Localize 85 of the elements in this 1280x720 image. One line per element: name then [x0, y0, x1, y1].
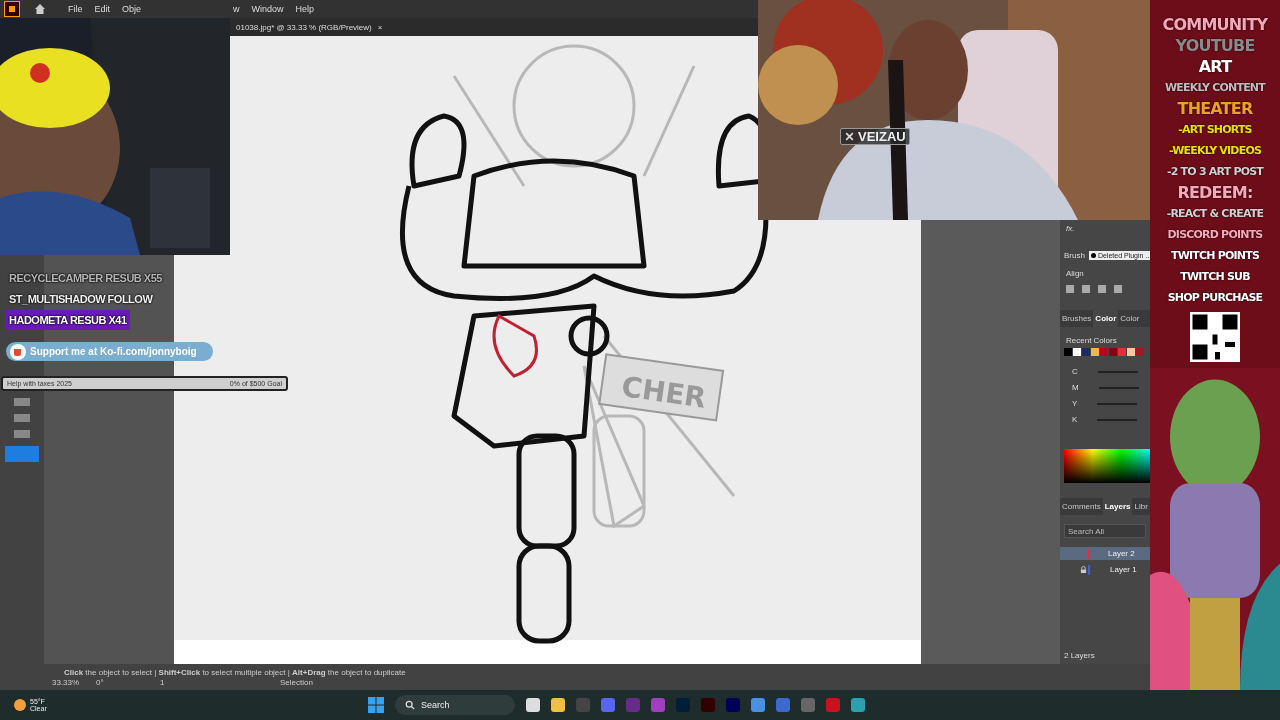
- promo-text: -2 TO 3 ART POST: [1166, 164, 1264, 180]
- color-swatch[interactable]: [1118, 348, 1126, 356]
- promo-text: REDEEM:: [1177, 182, 1253, 203]
- promo-text: ART: [1198, 56, 1232, 77]
- color-swatch[interactable]: [1109, 348, 1117, 356]
- app-icon[interactable]: [851, 698, 865, 712]
- channel-label: C: [1072, 367, 1078, 376]
- recent-colors-label: Recent Colors: [1065, 336, 1118, 345]
- search-field[interactable]: Search All: [1064, 524, 1146, 538]
- promo-text: TWITCH POINTS: [1170, 248, 1260, 264]
- app-logo-icon[interactable]: [4, 1, 20, 17]
- artboard-dropdown[interactable]: 1: [160, 677, 270, 687]
- app-icon[interactable]: [726, 698, 740, 712]
- layer-count: 2 Layers: [1063, 651, 1096, 660]
- promo-text: WEEKLY CONTENT: [1165, 80, 1265, 96]
- status-hint: Click the object to select | Shift+Click to select multiple object | Alt+Drag the object to duplicate: [64, 667, 407, 677]
- menu-item[interactable]: Edit: [94, 4, 111, 14]
- weather-icon[interactable]: [14, 699, 26, 711]
- promo-text: DISCORD POINTS: [1167, 227, 1263, 243]
- promo-text: THEATER: [1177, 98, 1253, 119]
- promo-text: COMMUNITY: [1162, 14, 1268, 35]
- cup-icon: [10, 343, 26, 360]
- document-tab[interactable]: 01038.jpg* @ 33.33 % (RGB/Preview): [236, 22, 372, 32]
- tool-icon[interactable]: [14, 398, 30, 406]
- menu-item[interactable]: File: [68, 4, 83, 14]
- layer-name: Layer 1: [1110, 565, 1137, 574]
- app-icon[interactable]: [826, 698, 840, 712]
- promo-text: SHOP PURCHASE: [1167, 290, 1263, 306]
- align-label: Align: [1065, 269, 1085, 278]
- layer-row[interactable]: Layer 1: [1060, 563, 1150, 576]
- panel-tab[interactable]: Color: [1118, 310, 1142, 327]
- home-icon[interactable]: [34, 3, 46, 15]
- alert-text: RECYCLECAMPER RESUB X55: [8, 271, 163, 286]
- app-icon[interactable]: [676, 698, 690, 712]
- panel-tab[interactable]: Libr: [1132, 498, 1150, 515]
- app-icon[interactable]: [801, 698, 815, 712]
- layer-name: Layer 2: [1108, 549, 1135, 558]
- tool-icon[interactable]: [14, 414, 30, 422]
- alert-text: HADOMETA RESUB X41: [6, 310, 130, 330]
- sketch-stroke: [492, 314, 538, 378]
- brush-tool-icon[interactable]: [5, 446, 39, 462]
- windows-logo-icon[interactable]: [368, 697, 384, 713]
- menu-item[interactable]: Obje: [122, 4, 142, 14]
- tool-status: Selection: [280, 677, 313, 687]
- color-swatch[interactable]: [1127, 348, 1135, 356]
- layer-row[interactable]: Layer 2: [1060, 547, 1150, 560]
- channel-label: K: [1072, 415, 1078, 424]
- brush-label: Brush: [1064, 251, 1085, 260]
- app-icon[interactable]: [626, 698, 640, 712]
- fx-label: fx.: [1065, 224, 1076, 235]
- app-icon[interactable]: [701, 698, 715, 712]
- color-swatch[interactable]: [1136, 348, 1144, 356]
- promo-text: TWITCH SUB: [1180, 269, 1250, 285]
- lock-icon[interactable]: [1080, 566, 1087, 573]
- promo-text: YOUTUBE: [1175, 35, 1255, 56]
- panel-tab[interactable]: Comments: [1060, 498, 1103, 515]
- alert-text: ST_MULTISHADOW FOLLOW: [8, 292, 154, 307]
- panel-tab[interactable]: Brushes: [1060, 310, 1094, 327]
- color-swatch[interactable]: [1091, 348, 1099, 356]
- app-icon[interactable]: [776, 698, 790, 712]
- menu-item[interactable]: w: [233, 4, 240, 14]
- app-icon[interactable]: [651, 698, 665, 712]
- channel-label: M: [1072, 383, 1079, 392]
- channel-label: Y: [1072, 399, 1078, 408]
- close-button[interactable]: ×: [377, 22, 383, 32]
- promo-text: -REACT & CREATE: [1166, 206, 1264, 222]
- sign-text: CHER: [619, 370, 709, 415]
- menu-item[interactable]: Window: [251, 4, 284, 14]
- menu-item[interactable]: Help: [295, 4, 315, 14]
- panel-tab[interactable]: Layers: [1102, 498, 1133, 515]
- zoom-dropdown[interactable]: 33.33%: [52, 677, 92, 687]
- rotation-dropdown[interactable]: 0°: [96, 677, 156, 687]
- name-tag: VEIZAU: [840, 128, 910, 145]
- taskbar-search[interactable]: Search: [395, 695, 515, 715]
- promo-text: -ART SHORTS: [1178, 122, 1252, 138]
- promo-text: -WEEKLY VIDEOS: [1168, 143, 1262, 159]
- color-swatch[interactable]: [1100, 348, 1108, 356]
- search-icon: [405, 700, 415, 710]
- tool-icon[interactable]: [14, 430, 30, 438]
- color-swatch[interactable]: [1082, 348, 1090, 356]
- color-swatch[interactable]: [1073, 348, 1081, 356]
- color-spectrum[interactable]: [1064, 449, 1150, 483]
- color-swatch[interactable]: [1064, 348, 1072, 356]
- x-logo-icon: [844, 131, 855, 142]
- panel-tab[interactable]: Color: [1093, 310, 1119, 327]
